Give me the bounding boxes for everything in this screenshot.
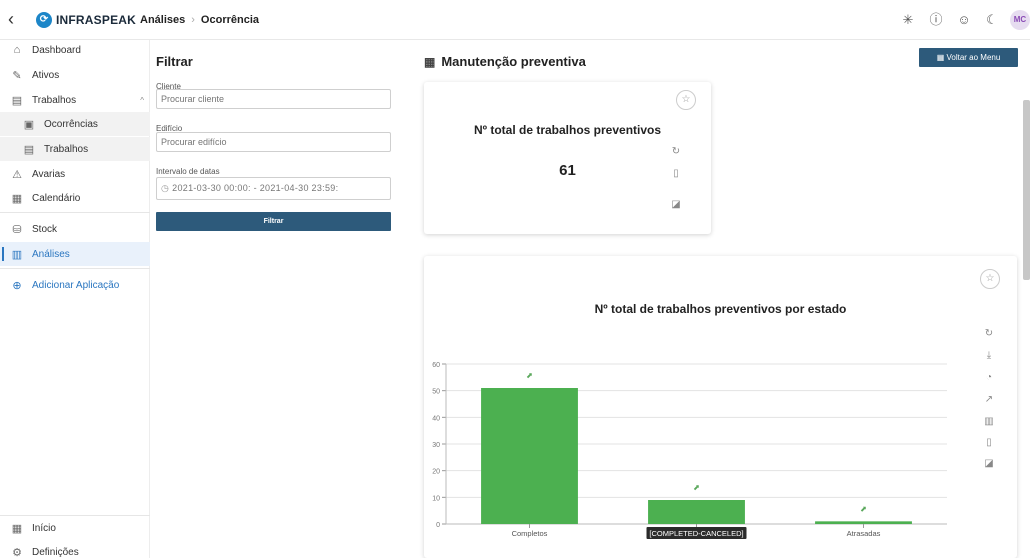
infraspeak-logo-icon: ⟳ <box>36 12 52 28</box>
y-tick-label: 60 <box>432 362 440 369</box>
sidebar-item-definicoes[interactable]: ⚙ Definições <box>0 540 150 558</box>
sidebar-item-add-app[interactable]: ⊕ Adicionar Aplicação <box>0 273 150 297</box>
sidebar-item-dashboard[interactable]: ⌂ Dashboard <box>0 38 150 62</box>
sidebar-item-label: Stock <box>32 223 58 235</box>
sidebar-item-label: Dashboard <box>32 44 81 56</box>
sidebar-item-ocorrencias[interactable]: ▣ Ocorrências <box>0 112 150 136</box>
asterisk-icon[interactable]: ✳ <box>894 10 922 30</box>
calendar-icon: ▦ <box>424 54 436 69</box>
clipboard-icon: ▤ <box>11 94 23 107</box>
wrench-icon: ✎ <box>12 69 22 82</box>
bar-chart-icon: ▥ <box>11 248 23 261</box>
y-tick-label: 40 <box>432 415 440 422</box>
clipboard-check-icon: ▣ <box>23 118 35 131</box>
client-search-input[interactable] <box>156 89 391 109</box>
chevron-up-icon[interactable]: ^ <box>140 96 144 105</box>
sidebar-item-label: Ocorrências <box>44 118 98 130</box>
sidebar-divider <box>0 212 150 213</box>
chevron-left-icon[interactable]: ‹ <box>8 9 14 29</box>
kpi-card: ☆ Nº total de trabalhos preventivos 61 ↻… <box>424 82 711 234</box>
building-search-input[interactable] <box>156 132 391 152</box>
logo-text: INFRASPEAK <box>56 13 137 27</box>
filter-title: Filtrar <box>156 54 193 69</box>
data-label-marker: ⬈ <box>693 483 700 492</box>
bar <box>648 500 745 524</box>
sidebar-item-inicio[interactable]: ▦ Início <box>0 516 150 540</box>
plus-circle-icon: ⊕ <box>12 279 22 292</box>
refresh-icon[interactable]: ↻ <box>669 146 683 157</box>
sidebar-item-trabalhos[interactable]: ▤ Trabalhos ^ <box>0 88 150 112</box>
x-tick-label: Completos <box>512 529 548 538</box>
page-title: ▦ Manutenção preventiva <box>424 54 586 69</box>
calendar-icon: ▦ <box>11 192 23 205</box>
x-tick-label: Atrasadas <box>847 529 881 538</box>
sidebar-item-label: Análises <box>32 248 70 260</box>
breadcrumb: Análises › Ocorrência <box>140 14 259 26</box>
top-icons: ✳ ⓘ ☺ ☾ MC <box>894 10 1030 30</box>
date-range-input[interactable]: ◷ 2021-03-30 00:00: - 2021-04-30 23:59: <box>156 177 391 200</box>
sidebar-item-label: Calendário <box>32 192 81 204</box>
x-tick-label: [COMPLETED-CANCELED] <box>649 529 743 538</box>
sidebar-item-label: Ativos <box>32 69 60 81</box>
y-tick-label: 30 <box>432 442 440 449</box>
sidebar-item-label: Trabalhos <box>32 94 77 106</box>
smiley-icon[interactable]: ☺ <box>950 10 978 30</box>
clock-icon: ◷ <box>161 183 170 193</box>
logo[interactable]: ⟳ INFRASPEAK <box>36 12 136 28</box>
data-label-marker: ⬈ <box>526 371 533 380</box>
sidebar-item-label: Adicionar Aplicação <box>32 279 120 291</box>
date-range-label: Intervalo de datas <box>156 167 220 176</box>
sidebar-item-ativos[interactable]: ✎ Ativos <box>0 63 150 87</box>
y-tick-label: 50 <box>432 389 440 396</box>
bar <box>815 521 912 524</box>
y-tick-label: 20 <box>432 469 440 476</box>
chart-card: ☆ Nº total de trabalhos preventivos por … <box>424 256 1017 558</box>
filter-button[interactable]: Filtrar <box>156 212 391 231</box>
kpi-value: 61 <box>559 162 576 179</box>
data-label-marker: ⬈ <box>860 504 867 513</box>
sidebar-item-label: Avarias <box>32 168 66 180</box>
breadcrumb-item-analises[interactable]: Análises <box>140 14 185 26</box>
breadcrumb-item-ocorrencia: Ocorrência <box>200 14 260 26</box>
sidebar-item-calendario[interactable]: ▦ Calendário <box>0 186 150 210</box>
sidebar-item-label: Definições <box>32 546 79 558</box>
star-icon[interactable]: ☆ <box>676 90 696 110</box>
bar <box>481 388 578 524</box>
chevron-right-icon: › <box>191 14 195 26</box>
clipboard-icon: ▤ <box>23 143 35 156</box>
settings-icon: ⚙ <box>12 546 22 558</box>
back-to-menu-button[interactable]: ▦ Voltar ao Menu <box>919 48 1018 67</box>
pdf-icon[interactable]: ◪ <box>669 199 683 210</box>
sidebar-item-label: Trabalhos <box>44 143 89 155</box>
active-indicator <box>2 247 4 261</box>
sidebar-item-label: Início <box>32 522 56 534</box>
sidebar: ⌂ Dashboard ✎ Ativos ▤ Trabalhos ^ ▣ Oco… <box>0 40 150 558</box>
sidebar-item-stock[interactable]: ⛁ Stock <box>0 217 150 241</box>
back-to-menu-label: Voltar ao Menu <box>946 53 1001 62</box>
date-range-value: 2021-03-30 00:00: - 2021-04-30 23:59: <box>172 183 339 193</box>
scrollbar[interactable] <box>1023 100 1030 280</box>
sidebar-item-trabalhos-sub[interactable]: ▤ Trabalhos <box>0 137 150 161</box>
page-title-text: Manutenção preventiva <box>441 54 586 69</box>
sidebar-item-analises[interactable]: ▥ Análises <box>0 242 150 266</box>
document-icon[interactable]: ▯ <box>669 168 683 179</box>
avatar[interactable]: MC <box>1010 10 1030 30</box>
warning-icon: ⚠ <box>12 168 22 181</box>
y-tick-label: 0 <box>436 522 440 529</box>
sidebar-divider <box>0 268 150 269</box>
bar-chart: 0 10 20 30 40 50 60 ⬈ Completos ⬈ [COMPLETED-CANCE… <box>432 362 947 539</box>
info-icon[interactable]: ⓘ <box>922 10 950 30</box>
grid-icon: ▦ <box>11 522 23 535</box>
y-tick-label: 10 <box>432 495 440 502</box>
moon-icon[interactable]: ☾ <box>978 10 1006 30</box>
box-icon: ⛁ <box>12 223 22 236</box>
sidebar-item-avarias[interactable]: ⚠ Avarias <box>0 162 150 186</box>
home-icon: ⌂ <box>13 44 21 56</box>
top-bar: ‹ ⟳ INFRASPEAK Análises › Ocorrência ✳ ⓘ… <box>0 0 1030 40</box>
kpi-title: Nº total de trabalhos preventivos <box>473 123 662 137</box>
